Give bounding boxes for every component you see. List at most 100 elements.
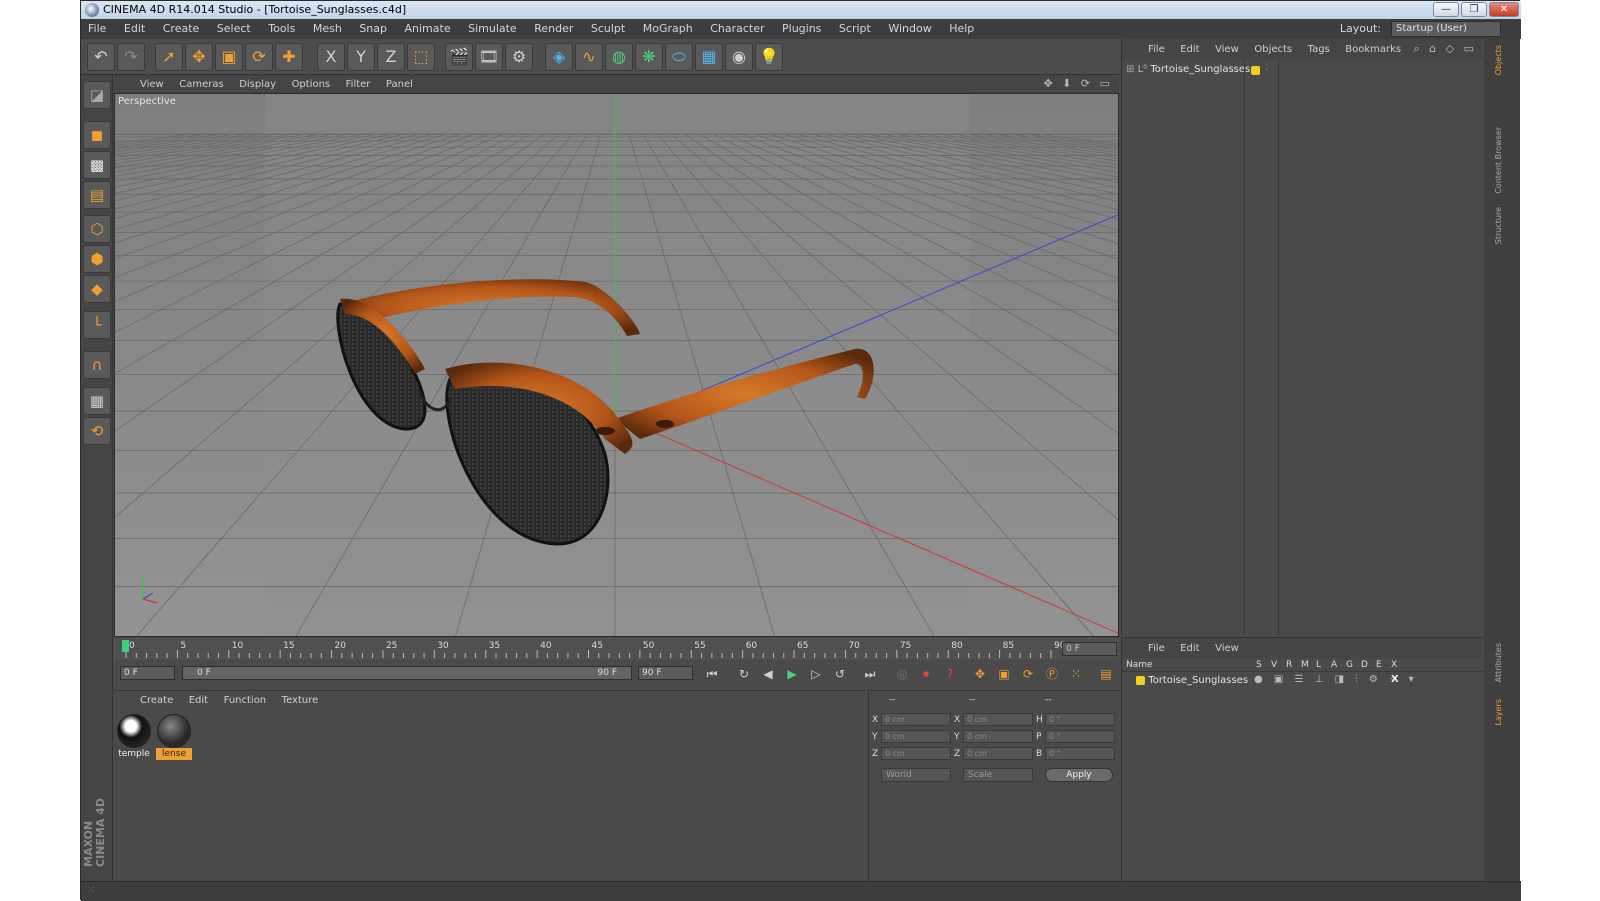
redo-icon[interactable]: ↷ <box>117 43 145 71</box>
apply-button[interactable]: Apply <box>1045 768 1113 782</box>
layers-menu-view[interactable]: View <box>1209 639 1245 659</box>
model-mode-icon[interactable]: ◼ <box>83 121 111 149</box>
menu-render[interactable]: Render <box>527 19 580 39</box>
rotation-h-field[interactable]: 0 ° <box>1045 713 1115 726</box>
timeline-layout-icon[interactable]: ▤ <box>1096 665 1116 683</box>
frame-range-slider[interactable]: 0 F 90 F <box>182 666 632 680</box>
scale-tool-icon[interactable]: ▣ <box>215 43 243 71</box>
tab-attributes[interactable]: Attributes <box>1494 643 1510 683</box>
viewport-menu-panel[interactable]: Panel <box>380 76 419 94</box>
object-row-tortoise-sunglasses[interactable]: ⊞ L⁰ Tortoise_Sunglasses <box>1126 63 1250 77</box>
objects-menu-view[interactable]: View <box>1209 40 1245 60</box>
menu-tools[interactable]: Tools <box>261 19 302 39</box>
menu-sculpt[interactable]: Sculpt <box>584 19 632 39</box>
texture-mode-icon[interactable]: ▩ <box>83 151 111 179</box>
edges-mode-icon[interactable]: ⬢ <box>83 245 111 273</box>
key-rotation-icon[interactable]: ⟳ <box>1018 665 1038 683</box>
render-picture-viewer-icon[interactable]: 🎞 <box>475 43 503 71</box>
menu-animate[interactable]: Animate <box>398 19 458 39</box>
tab-content-browser[interactable]: Content Browser <box>1494 127 1510 194</box>
current-frame-field[interactable]: 0 F <box>1062 642 1117 656</box>
menu-plugins[interactable]: Plugins <box>775 19 828 39</box>
material-menu-texture[interactable]: Texture <box>276 692 325 710</box>
layer-color-icon[interactable] <box>1251 66 1260 75</box>
menu-window[interactable]: Window <box>881 19 938 39</box>
visibility-dots-icon[interactable]: ⁚ <box>1265 63 1268 73</box>
start-frame-field[interactable]: 0 F <box>120 666 175 680</box>
autokey-icon[interactable]: ⏺ <box>916 665 936 683</box>
play-icon[interactable]: ▶ <box>782 665 802 683</box>
size-y-field[interactable]: 0 cm <box>963 730 1033 743</box>
points-mode-icon[interactable]: ⬡ <box>83 215 111 243</box>
floor-scene-icon[interactable]: ▦ <box>695 43 723 71</box>
light-icon[interactable]: 💡 <box>755 43 783 71</box>
size-z-field[interactable]: 0 cm <box>963 747 1033 760</box>
layers-menu-file[interactable]: File <box>1142 639 1171 659</box>
viewport-menu-view[interactable]: View <box>134 76 170 94</box>
menu-create[interactable]: Create <box>156 19 207 39</box>
y-axis-lock-icon[interactable]: Y <box>347 43 375 71</box>
layout-dropdown[interactable]: Startup (User) <box>1391 21 1501 37</box>
make-editable-icon[interactable]: ◪ <box>83 81 111 109</box>
material-temple[interactable]: temple <box>116 713 152 761</box>
expand-icon[interactable]: ⊞ <box>1126 64 1134 75</box>
render-settings-icon[interactable]: ⚙ <box>505 43 533 71</box>
object-manager-search-icon[interactable]: ⌕ ⌂ ◇ ▭ <box>1414 39 1478 59</box>
camera-icon[interactable]: ◉ <box>725 43 753 71</box>
workplane-mode-icon[interactable]: ▤ <box>83 181 111 209</box>
cube-primitive-icon[interactable]: ◈ <box>545 43 573 71</box>
snap-magnet-icon[interactable]: ∩ <box>83 351 111 379</box>
maximize-button[interactable]: ❐ <box>1461 2 1487 17</box>
next-frame-icon[interactable]: ▷ <box>806 665 826 683</box>
position-y-field[interactable]: 0 cm <box>881 730 951 743</box>
close-button[interactable]: ✕ <box>1489 2 1519 17</box>
objects-menu-tags[interactable]: Tags <box>1302 40 1336 60</box>
viewport-menu-options[interactable]: Options <box>286 76 337 94</box>
go-to-end-icon[interactable]: ⏭ <box>860 665 880 683</box>
key-scale-icon[interactable]: ▣ <box>994 665 1014 683</box>
keyframe-selection-icon[interactable]: ? <box>940 665 960 683</box>
tab-objects[interactable]: Objects <box>1494 45 1510 75</box>
position-x-field[interactable]: 0 cm <box>881 713 951 726</box>
rotation-b-field[interactable]: 0 ° <box>1045 747 1115 760</box>
rotation-p-field[interactable]: 0 ° <box>1045 730 1115 743</box>
objects-menu-edit[interactable]: Edit <box>1174 40 1205 60</box>
previous-frame-icon[interactable]: ◀ <box>758 665 778 683</box>
menu-mograph[interactable]: MoGraph <box>636 19 700 39</box>
loop-icon[interactable]: ↻ <box>734 665 754 683</box>
nurbs-icon[interactable]: ◍ <box>605 43 633 71</box>
layer-xref-icon[interactable]: X <box>1391 674 1399 685</box>
minimize-button[interactable]: — <box>1433 2 1459 17</box>
coordinate-system-icon[interactable]: ⬚ <box>407 43 435 71</box>
material-menu-create[interactable]: Create <box>134 692 179 710</box>
coordinate-mode-dropdown[interactable]: World <box>881 768 951 782</box>
layers-menu-edit[interactable]: Edit <box>1174 639 1205 659</box>
create-tool-icon[interactable]: ✚ <box>275 43 303 71</box>
planar-workplane-icon[interactable]: ⟲ <box>83 417 111 445</box>
end-frame-field[interactable]: 90 F <box>638 666 693 680</box>
layer-color-icon[interactable] <box>1136 675 1145 685</box>
menu-character[interactable]: Character <box>703 19 771 39</box>
position-z-field[interactable]: 0 cm <box>881 747 951 760</box>
tab-structure[interactable]: Structure <box>1494 207 1510 244</box>
material-menu-function[interactable]: Function <box>218 692 273 710</box>
render-view-icon[interactable]: 🎬 <box>445 43 473 71</box>
live-selection-icon[interactable]: ➚ <box>155 43 183 71</box>
polygons-mode-icon[interactable]: ◆ <box>83 275 111 303</box>
timeline-ruler[interactable]: 0 5 10 15 20 25 30 35 40 45 50 55 60 65 70 75 80 85 90 0 F <box>114 638 1119 660</box>
menu-mesh[interactable]: Mesh <box>306 19 349 39</box>
tab-layers[interactable]: Layers <box>1494 699 1510 725</box>
menu-select[interactable]: Select <box>210 19 258 39</box>
menu-simulate[interactable]: Simulate <box>461 19 524 39</box>
record-keys-icon[interactable]: ◎ <box>892 665 912 683</box>
array-cloner-icon[interactable]: ❋ <box>635 43 663 71</box>
workplane-lock-icon[interactable]: ▦ <box>83 387 111 415</box>
material-lense[interactable]: lense <box>156 713 192 761</box>
deformer-icon[interactable]: ⬭ <box>665 43 693 71</box>
spline-pen-icon[interactable]: ∿ <box>575 43 603 71</box>
move-tool-icon[interactable]: ✥ <box>185 43 213 71</box>
x-axis-lock-icon[interactable]: X <box>317 43 345 71</box>
go-to-start-icon[interactable]: ⏮ <box>702 665 722 683</box>
key-parameter-icon[interactable]: Ⓟ <box>1042 665 1062 683</box>
material-menu-edit[interactable]: Edit <box>183 692 214 710</box>
